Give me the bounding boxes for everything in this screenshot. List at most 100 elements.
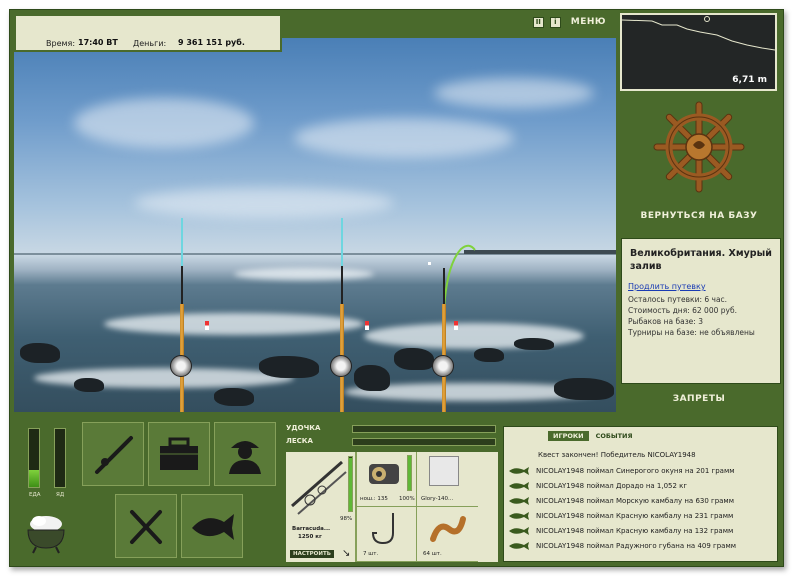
food-button[interactable] [115, 494, 177, 558]
event-text: NICOLAY1948 поймал Красную камбалу на 13… [536, 527, 734, 535]
bobber-2 [365, 321, 369, 330]
rod-tension-label: УДОЧКА [286, 424, 321, 432]
lure-image [429, 456, 459, 486]
location-title: Великобритания. Хмурый залив [630, 248, 772, 272]
chat-tabs: ИГРОКИ СОБЫТИЯ [548, 431, 638, 441]
time-value: 17:40 ВТ [78, 38, 118, 47]
tournaments-status: Турниры на базе: не объявлены [628, 328, 755, 337]
tune-button[interactable]: НАСТРОИТЬ [290, 550, 334, 558]
event-item: NICOLAY1948 поймал Красную камбалу на 23… [508, 510, 733, 522]
reel-percent: 100% [399, 496, 415, 502]
event-item: NICOLAY1948 поймал Радужного губана на 4… [508, 540, 736, 552]
fish-icon [509, 497, 529, 505]
expand-arrow-icon[interactable]: ↘ [342, 548, 350, 559]
event-item: Квест закончен! Победитель NICOLAY1948 [538, 451, 696, 459]
ship-wheel-icon[interactable] [653, 101, 745, 193]
fish-icon [509, 542, 529, 550]
base-panel: ВЕРНУТЬСЯ НА БАЗУ [620, 95, 778, 235]
rod-3-tip [443, 244, 476, 310]
day-cost: Стоимость дня: 62 000 руб. [628, 306, 737, 315]
menu-button[interactable]: МЕНЮ [567, 16, 610, 28]
bottom-panel: ЕДА ЯД УДОЧКА ЛЕСКА Barracuda... 1250 кг… [14, 412, 780, 564]
event-item: NICOLAY1948 поймал Дорадо на 1,052 кг [508, 480, 687, 492]
event-item: NICOLAY1948 поймал Морскую камбалу на 63… [508, 495, 734, 507]
time-label: Время: [46, 39, 76, 48]
event-text: NICOLAY1948 поймал Красную камбалу на 23… [536, 512, 734, 520]
rod-tension-bar [352, 425, 496, 433]
fisherman-button[interactable] [214, 422, 276, 486]
poison-gauge [54, 428, 66, 488]
line-tension-bar [352, 438, 496, 446]
hook-count: 7 шт. [363, 551, 379, 557]
event-text: NICOLAY1948 поймал Дорадо на 1,052 кг [536, 482, 688, 490]
info-icon[interactable]: i [549, 16, 561, 28]
location-info-panel: Великобритания. Хмурый залив Продлить пу… [621, 238, 781, 384]
fish-icon [509, 512, 529, 520]
fish-icon [192, 514, 234, 540]
depth-map: 6,71 m [620, 13, 777, 91]
money-value: 9 361 151 руб. [178, 38, 245, 47]
rod-durability [348, 456, 353, 512]
rod-image [291, 460, 347, 515]
tackle-box-button[interactable] [148, 422, 210, 486]
fish-icon [509, 467, 529, 475]
bobber-1 [205, 321, 209, 330]
hook-icon [371, 513, 394, 545]
tab-players[interactable]: ИГРОКИ [548, 431, 589, 441]
event-text: NICOLAY1948 поймал Морскую камбалу на 63… [536, 497, 734, 505]
fishing-scene[interactable] [14, 38, 616, 412]
event-text: NICOLAY1948 поймал Радужного губана на 4… [536, 542, 737, 550]
fishing-rod-icon [95, 436, 133, 474]
bans-button[interactable]: ЗАПРЕТЫ [620, 394, 778, 404]
money-label: Деньги: [133, 39, 167, 48]
extend-ticket-link[interactable]: Продлить путевку [628, 282, 706, 291]
event-text: NICOLAY1948 поймал Синерогого окуня на 2… [536, 467, 735, 475]
fork-knife-icon [130, 510, 162, 544]
reel-image [369, 464, 399, 484]
line-tension-label: ЛЕСКА [286, 437, 313, 445]
tab-events[interactable]: СОБЫТИЯ [591, 431, 638, 441]
rod-tension-row: УДОЧКА [284, 424, 499, 434]
pier [464, 250, 616, 254]
top-icons: II i МЕНЮ [532, 16, 610, 28]
rod-slot[interactable]: Barracuda... 1250 кг 98% НАСТРОИТЬ ↘ [286, 452, 356, 562]
food-label: ЕДА [29, 492, 41, 498]
tool-grid: 1 2 3 [82, 422, 339, 560]
ticket-remaining: Осталось путевки: 6 час. [628, 295, 728, 304]
depth-value: 6,71 m [732, 75, 767, 85]
reel-slot[interactable]: нош.: 135 100% [356, 452, 416, 507]
return-to-base-button[interactable]: ВЕРНУТЬСЯ НА БАЗУ [620, 211, 778, 221]
fishers-count: Рыбаков на базе: 3 [628, 317, 703, 326]
tackle-box-icon [160, 437, 198, 470]
status-panel: Время: 17:40 ВТ Деньги: 9 361 151 руб. [14, 14, 282, 52]
rod-name: Barracuda... [292, 526, 331, 532]
float-dot [428, 262, 431, 265]
tackle-panel: УДОЧКА ЛЕСКА Barracuda... 1250 кг 98% НА… [284, 418, 499, 564]
bobber-3 [454, 321, 458, 330]
event-item: NICOLAY1948 поймал Красную камбалу на 13… [508, 525, 733, 537]
bait-count: 64 шт. [423, 551, 442, 557]
bait-slot[interactable]: 64 шт. [416, 507, 478, 562]
reel-2 [330, 355, 352, 377]
fish-icon [509, 527, 529, 535]
poison-label: ЯД [56, 492, 65, 498]
rods-button[interactable] [82, 422, 144, 486]
food-gauge [28, 428, 40, 488]
lure-slot[interactable]: Glory-140... [416, 452, 478, 507]
hook-slot[interactable]: 7 шт. [356, 507, 416, 562]
reel-1 [170, 355, 192, 377]
lure-name: Glory-140... [421, 496, 454, 502]
fisherman-icon [229, 441, 261, 474]
fish-icon [509, 482, 529, 490]
pause-icon[interactable]: II [532, 16, 544, 28]
event-item: NICOLAY1948 поймал Синерогого окуня на 2… [508, 465, 735, 477]
food-gauge-fill [29, 469, 39, 487]
worm-icon [430, 516, 466, 542]
rod-capacity: 1250 кг [298, 534, 322, 540]
fish-catch-button[interactable] [181, 494, 243, 558]
game-window: II i МЕНЮ Время: 17:40 ВТ Деньги: 9 361 … [9, 9, 784, 567]
events-panel: ИГРОКИ СОБЫТИЯ Квест закончен! Победител… [503, 426, 778, 562]
reel-3 [432, 355, 454, 377]
reel-durability [407, 455, 412, 491]
cauldron-icon[interactable] [24, 510, 68, 554]
